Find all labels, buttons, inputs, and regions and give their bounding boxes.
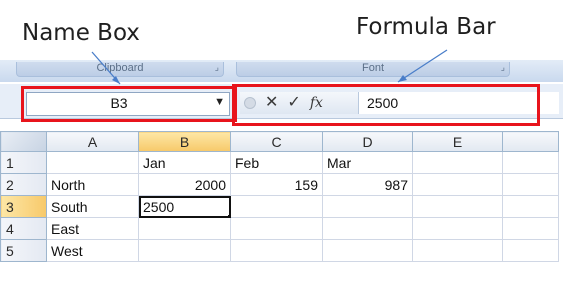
cell-e5[interactable] — [412, 239, 503, 262]
column-header-d[interactable]: D — [322, 131, 413, 152]
cell-d5[interactable] — [322, 239, 413, 262]
cell-d1[interactable]: Mar — [322, 151, 413, 174]
cell-b3-value: 2500 — [143, 198, 175, 215]
column-header-f[interactable] — [502, 131, 559, 152]
cell-c4[interactable] — [230, 217, 323, 240]
cell-a5[interactable]: West — [46, 239, 139, 262]
cell-f5[interactable] — [502, 239, 559, 262]
name-box-annotation: Name Box — [22, 20, 140, 46]
table-row: 2 North 2000 159 987 — [0, 173, 559, 196]
table-row: 1 Jan Feb Mar — [0, 151, 559, 174]
cell-c3[interactable] — [230, 195, 323, 218]
column-header-c[interactable]: C — [230, 131, 323, 152]
cell-b2[interactable]: 2000 — [138, 173, 231, 196]
cell-d2[interactable]: 987 — [322, 173, 413, 196]
table-row: 5 West — [0, 239, 559, 262]
active-cell-b3[interactable]: 2500 — [138, 195, 231, 218]
ribbon-group-label: Font — [361, 62, 384, 74]
cell-c2[interactable]: 159 — [230, 173, 323, 196]
cell-e2[interactable] — [412, 173, 503, 196]
cell-f3[interactable] — [502, 195, 559, 218]
worksheet-grid: A B C D E 1 Jan Feb Mar 2 North 2000 159… — [0, 131, 559, 262]
ribbon-group-font[interactable]: Font ⌟ — [236, 62, 510, 77]
ribbon-group-label: Clipboard — [96, 62, 144, 74]
cell-d4[interactable] — [322, 217, 413, 240]
dialog-launcher-icon[interactable]: ⌟ — [501, 62, 505, 73]
column-header-row: A B C D E — [0, 131, 559, 152]
cell-b1[interactable]: Jan — [138, 151, 231, 174]
formula-bar-annotation: Formula Bar — [356, 14, 496, 40]
row-header-5[interactable]: 5 — [0, 239, 47, 262]
cell-d3[interactable] — [322, 195, 413, 218]
column-header-b[interactable]: B — [138, 131, 231, 152]
row-header-2[interactable]: 2 — [0, 173, 47, 196]
ribbon-strip: Clipboard ⌟ Font ⌟ — [0, 60, 563, 82]
table-row: 4 East — [0, 217, 559, 240]
table-row: 3 South 2500 — [0, 195, 559, 218]
cell-a1[interactable] — [46, 151, 139, 174]
cell-f2[interactable] — [502, 173, 559, 196]
cell-c1[interactable]: Feb — [230, 151, 323, 174]
cell-b5[interactable] — [138, 239, 231, 262]
cell-a3[interactable]: South — [46, 195, 139, 218]
cell-c5[interactable] — [230, 239, 323, 262]
row-header-1[interactable]: 1 — [0, 151, 47, 174]
fill-handle[interactable] — [228, 215, 230, 217]
cell-f4[interactable] — [502, 217, 559, 240]
cell-f1[interactable] — [502, 151, 559, 174]
select-all-corner[interactable] — [0, 131, 47, 152]
column-header-e[interactable]: E — [412, 131, 503, 152]
cell-b4[interactable] — [138, 217, 231, 240]
row-header-3[interactable]: 3 — [0, 195, 47, 218]
row-header-4[interactable]: 4 — [0, 217, 47, 240]
cell-a4[interactable]: East — [46, 217, 139, 240]
cell-e3[interactable] — [412, 195, 503, 218]
cell-e4[interactable] — [412, 217, 503, 240]
cell-e1[interactable] — [412, 151, 503, 174]
cell-a2[interactable]: North — [46, 173, 139, 196]
column-header-a[interactable]: A — [46, 131, 139, 152]
ribbon-group-clipboard[interactable]: Clipboard ⌟ — [16, 62, 224, 77]
name-box-highlight — [21, 86, 237, 122]
formula-bar-highlight — [232, 84, 540, 126]
dialog-launcher-icon[interactable]: ⌟ — [215, 62, 219, 73]
